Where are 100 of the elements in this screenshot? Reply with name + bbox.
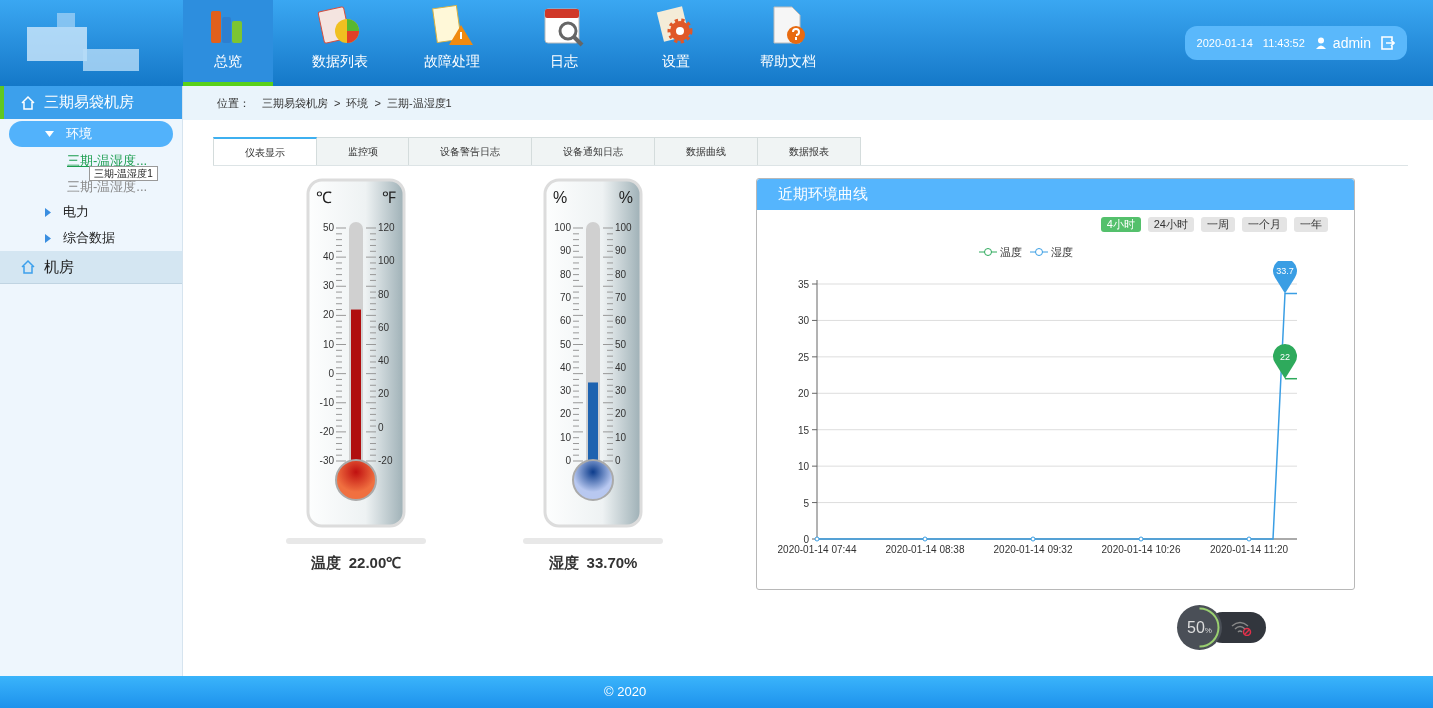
legend-label[interactable]: 温度: [999, 244, 1022, 261]
tab[interactable]: 仪表显示: [213, 137, 317, 165]
gauge-value: 22.00℃: [348, 553, 402, 573]
gauge-label: 温度: [310, 553, 341, 573]
axis-label: 20: [797, 387, 809, 399]
breadcrumb-separator: >: [334, 95, 341, 111]
breadcrumb-item: 三期-温湿度1: [386, 95, 452, 111]
scale-label: -10: [319, 396, 334, 409]
copyright-text: © 2020: [604, 683, 647, 702]
scale-label: 100: [554, 222, 571, 234]
scale-label: 30: [559, 385, 571, 398]
tree-item-label: 电力: [63, 203, 89, 222]
scale-label: 0: [615, 455, 621, 467]
range-button[interactable]: 24小时: [1147, 217, 1194, 232]
annotation: 22: [1279, 351, 1291, 362]
axis-label: 2020-01-14 11:20: [1209, 543, 1289, 555]
scale-label: 0: [328, 367, 334, 380]
axis-label: 2020-01-14 10:26: [1101, 543, 1181, 555]
axis-label: 15: [797, 424, 809, 436]
range-button[interactable]: 一年: [1294, 217, 1328, 232]
percent-text: 50: [1187, 617, 1205, 638]
scale-label: 80: [559, 268, 571, 281]
sidebar-group-label: 机房: [44, 256, 74, 277]
unit-label: ℃: [316, 188, 332, 208]
scale-label: -20: [319, 425, 334, 438]
scale-label: 60: [615, 315, 627, 328]
axis-label: 25: [797, 351, 809, 363]
breadcrumb-item[interactable]: 三期易袋机房: [262, 94, 328, 112]
scale-label: 10: [559, 431, 571, 444]
scale-label: 60: [378, 321, 390, 334]
chart-panel-title: 近期环境曲线: [778, 184, 868, 205]
data-point: [1138, 536, 1144, 541]
calendar-search-icon: [542, 5, 586, 47]
tree-item-label: 环境: [66, 125, 92, 144]
tooltip: 三期-温湿度1: [89, 166, 158, 181]
breadcrumb-item[interactable]: 环境: [346, 94, 369, 112]
tree-item[interactable]: 综合数据: [9, 225, 173, 251]
tab[interactable]: 监控项: [317, 137, 409, 165]
scale-label: 80: [615, 268, 627, 281]
data-point: [1246, 536, 1252, 541]
notepad-warning-icon: [429, 5, 475, 47]
unit-label: %: [618, 188, 633, 208]
data-point: [814, 536, 820, 541]
scale-label: 40: [615, 361, 627, 374]
value-pin: 33.7: [1273, 260, 1297, 293]
axis-label: 2020-01-14 09:32: [993, 543, 1073, 555]
scale-label: 40: [322, 251, 334, 264]
range-button[interactable]: 一个月: [1242, 217, 1287, 232]
nav-tab[interactable]: 设置: [631, 0, 721, 86]
gauge-value: 33.70%: [586, 553, 638, 573]
percent-unit: %: [1204, 625, 1212, 637]
scale-label: 120: [378, 222, 395, 234]
scale-label: 20: [378, 388, 390, 401]
scale-label: 20: [322, 309, 334, 322]
tab[interactable]: 数据报表: [758, 137, 861, 165]
range-button[interactable]: 一周: [1201, 217, 1235, 232]
axis-label: 2020-01-14 07:44: [777, 543, 857, 555]
caret-down-icon: [45, 131, 54, 137]
logout-icon[interactable]: [1381, 36, 1395, 50]
legend-marker: [978, 248, 997, 257]
tab[interactable]: 数据曲线: [655, 137, 758, 165]
caret-right-icon: [45, 207, 51, 217]
scale-label: 10: [322, 338, 334, 351]
axis-label: 2020-01-14 08:38: [885, 543, 965, 555]
axis-label: 35: [797, 278, 809, 290]
scale-label: 20: [615, 408, 627, 421]
scale-label: 30: [615, 385, 627, 398]
scale-label: -30: [319, 455, 334, 467]
breadcrumb-separator: >: [374, 95, 381, 111]
sidebar-group[interactable]: 机房: [0, 251, 182, 284]
unit-label: %: [553, 188, 568, 208]
legend-marker: [1029, 248, 1048, 257]
scale-label: 40: [559, 361, 571, 374]
axis-label: 30: [797, 314, 809, 326]
date-text: 2020-01-14: [1196, 35, 1253, 51]
scale-label: 0: [565, 455, 571, 467]
nav-tab[interactable]: 故障处理: [407, 0, 497, 86]
nav-tab[interactable]: 帮助文档: [743, 0, 833, 86]
annotation: 33.7: [1276, 265, 1294, 276]
tree-item[interactable]: 电力: [9, 199, 173, 225]
tab[interactable]: 设备通知日志: [532, 137, 655, 165]
scale-label: 50: [559, 338, 571, 351]
scale-label: -20: [378, 455, 393, 467]
breadcrumb-label: 位置：: [217, 95, 250, 111]
scale-label: 30: [322, 280, 334, 293]
scale-label: 10: [615, 431, 627, 444]
scale-label: 20: [559, 408, 571, 421]
tab[interactable]: 设备警告日志: [409, 137, 532, 165]
scale-label: 100: [378, 255, 395, 268]
scale-label: 70: [559, 291, 571, 304]
value-pin: 22: [1273, 343, 1297, 379]
scale-label: 70: [615, 291, 627, 304]
nav-tab[interactable]: 数据列表: [295, 0, 385, 86]
scale-label: 0: [378, 421, 384, 434]
axis-label: 0: [803, 533, 809, 545]
axis-label: 10: [797, 460, 809, 472]
caret-right-icon: [45, 233, 51, 243]
legend-label[interactable]: 湿度: [1050, 244, 1073, 261]
nav-tab[interactable]: 日志: [519, 0, 609, 86]
scale-label: 40: [378, 355, 390, 368]
